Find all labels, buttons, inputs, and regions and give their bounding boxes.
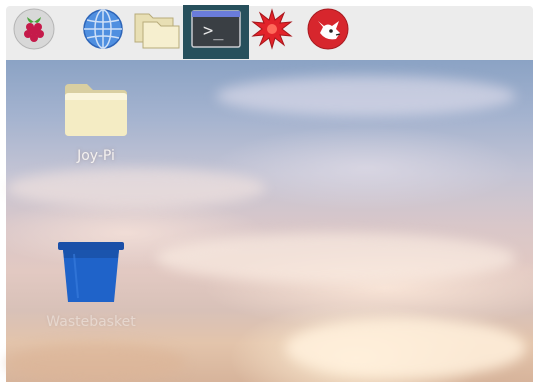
desktop-wastebasket[interactable]: Wastebasket: [36, 240, 146, 330]
web-browser-icon: [82, 8, 124, 50]
folder-icon: [61, 78, 131, 142]
screen: Joy-Pi Wastebasket >_: [0, 0, 539, 382]
file-manager-button[interactable]: [133, 8, 181, 50]
trash-can-icon: [56, 240, 126, 308]
wolfram-icon: [306, 7, 350, 51]
raspberry-pi-menu-icon: [13, 8, 55, 50]
math-kernel-burst-icon: [251, 8, 293, 50]
file-manager-icon: [133, 8, 181, 50]
desktop-folder-joy-pi[interactable]: Joy-Pi: [56, 78, 136, 164]
desktop-icon-label: Wastebasket: [46, 314, 136, 330]
terminal-icon: >_: [191, 9, 241, 49]
desktop-icon-label: Joy-Pi: [77, 148, 115, 164]
terminal-button[interactable]: >_: [189, 8, 243, 50]
wolfram-button[interactable]: [307, 8, 349, 50]
desktop-background[interactable]: Joy-Pi Wastebasket: [6, 58, 533, 382]
math-kernel-button[interactable]: [251, 8, 293, 50]
terminal-prompt-glyph: >_: [203, 21, 224, 41]
web-browser-button[interactable]: [82, 8, 124, 50]
menu-button[interactable]: [13, 8, 55, 50]
